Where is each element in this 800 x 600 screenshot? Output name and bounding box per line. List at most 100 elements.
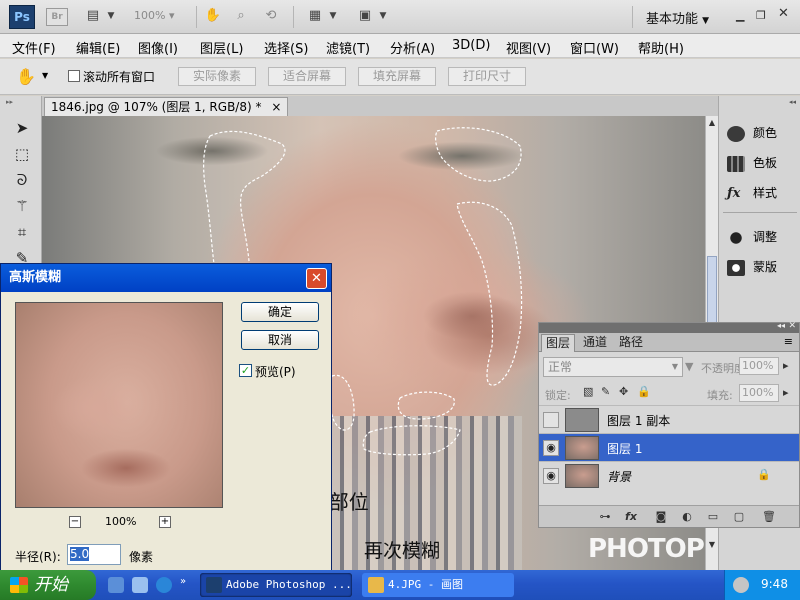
close-button[interactable]: ✕ <box>778 6 789 21</box>
menu-edit[interactable]: 编辑(E) <box>76 38 120 57</box>
media-icon[interactable] <box>132 577 148 593</box>
opacity-slider-icon[interactable]: ▸ <box>783 359 789 372</box>
fx-icon[interactable]: fx <box>623 509 639 525</box>
fill-screen-button[interactable]: 填充屏幕 <box>358 67 436 86</box>
document-tab[interactable]: 1846.jpg @ 107% (图层 1, RGB/8) * × <box>44 97 289 116</box>
menu-select[interactable]: 选择(S) <box>264 38 308 57</box>
eye-icon[interactable]: ◉ <box>543 468 559 484</box>
marquee-tool-icon[interactable]: ⬚ <box>10 142 34 166</box>
close-icon[interactable]: ✕ <box>788 321 796 331</box>
tab-channels[interactable]: 通道 <box>579 334 611 352</box>
trash-icon[interactable]: 🗑 <box>761 509 777 525</box>
link-icon[interactable]: ⊶ <box>597 509 613 525</box>
magic-wand-tool-icon[interactable]: ⚚ <box>10 194 34 218</box>
close-icon[interactable]: ✕ <box>306 268 327 289</box>
tray-icon[interactable] <box>733 577 749 593</box>
rotate-view-icon[interactable]: ⟲ <box>262 8 280 24</box>
panel-menu-icon[interactable]: ≡ <box>784 335 793 348</box>
ok-button[interactable]: 确定 <box>241 302 319 322</box>
arrange-documents-icon[interactable]: ▦ <box>306 8 324 24</box>
panel-styles[interactable]: ƒx 样式 <box>727 182 799 204</box>
opacity-input[interactable]: 100% <box>739 357 779 375</box>
layer-row[interactable]: ◉ 图层 1 <box>539 433 799 461</box>
more-quicklaunch-icon[interactable]: » <box>180 576 186 587</box>
zoom-level-select[interactable]: 100% ▾ <box>134 9 174 22</box>
menu-image[interactable]: 图像(I) <box>138 38 178 57</box>
show-desktop-icon[interactable] <box>108 577 124 593</box>
taskbar-button-photoshop[interactable]: Adobe Photoshop ... <box>200 573 352 597</box>
blend-mode-select[interactable]: 正常 ▼ <box>543 357 683 377</box>
scroll-down-icon[interactable]: ▼ <box>706 538 718 551</box>
fit-screen-button[interactable]: 适合屏幕 <box>268 67 346 86</box>
tab-layers[interactable]: 图层 <box>541 334 576 352</box>
radius-input[interactable]: 5.0 <box>67 544 121 565</box>
scroll-up-icon[interactable]: ▲ <box>706 116 718 129</box>
zoom-in-button[interactable]: + <box>159 516 171 528</box>
layer-row[interactable]: 图层 1 副本 <box>539 405 799 433</box>
collapse-arrows-icon[interactable]: ◂◂ <box>789 98 796 106</box>
screen-mode-icon[interactable]: ▣ <box>356 8 374 24</box>
start-button[interactable]: 开始 <box>0 570 96 600</box>
menu-3d[interactable]: 3D(D) <box>452 38 490 53</box>
panel-adjustments[interactable]: 调整 <box>727 226 799 248</box>
panel-masks[interactable]: 蒙版 <box>727 256 799 278</box>
eye-icon[interactable]: ◉ <box>543 440 559 456</box>
zoom-out-button[interactable]: − <box>69 516 81 528</box>
chevron-down-icon[interactable]: ▼ <box>324 8 342 24</box>
hand-tool-preset-icon[interactable]: ✋ <box>16 67 36 86</box>
bridge-button[interactable]: Br <box>46 8 68 26</box>
workspace-switcher[interactable]: 基本功能 ▼ <box>646 8 709 27</box>
taskbar-button-paint[interactable]: 4.JPG - 画图 <box>362 573 514 597</box>
lasso-tool-icon[interactable]: ᘐ <box>10 168 34 192</box>
move-tool-icon[interactable]: ➤ <box>10 116 34 140</box>
browser-icon[interactable] <box>156 577 172 593</box>
collapse-arrows-icon[interactable]: ◂◂ <box>777 321 785 330</box>
menu-layer[interactable]: 图层(L) <box>200 38 243 57</box>
panel-header[interactable]: ◂◂ ✕ <box>539 321 799 333</box>
chevron-down-icon[interactable]: ▼ <box>685 360 693 373</box>
collapse-arrows-icon[interactable]: ▸▸ <box>6 98 13 106</box>
adjustment-layer-icon[interactable]: ◐ <box>679 509 695 525</box>
actual-pixels-button[interactable]: 实际像素 <box>178 67 256 86</box>
menu-analysis[interactable]: 分析(A) <box>390 38 435 57</box>
menu-filter[interactable]: 滤镜(T) <box>326 38 370 57</box>
lock-position-icon[interactable]: ✥ <box>619 385 628 398</box>
crop-tool-icon[interactable]: ⌗ <box>10 220 34 244</box>
add-mask-icon[interactable]: ◙ <box>653 509 669 525</box>
print-size-button[interactable]: 打印尺寸 <box>448 67 526 86</box>
fill-slider-icon[interactable]: ▸ <box>783 386 789 399</box>
menu-window[interactable]: 窗口(W) <box>570 38 619 57</box>
zoom-icon[interactable]: ⌕ <box>232 8 250 24</box>
dialog-titlebar[interactable]: 高斯模糊 ✕ <box>1 264 331 292</box>
blur-preview[interactable] <box>15 302 223 508</box>
fill-input[interactable]: 100% <box>739 384 779 402</box>
panel-swatches[interactable]: 色板 <box>727 152 799 174</box>
lock-transparency-icon[interactable]: ▧ <box>583 385 593 398</box>
lock-all-icon[interactable]: 🔒 <box>637 385 651 398</box>
divider <box>723 212 797 213</box>
layer-row[interactable]: ◉ 背景 🔒 <box>539 461 799 489</box>
folder-icon[interactable]: ▭ <box>705 509 721 525</box>
menu-help[interactable]: 帮助(H) <box>638 38 684 57</box>
chevron-down-icon[interactable]: ▼ <box>42 71 48 80</box>
menu-file[interactable]: 文件(F) <box>12 38 56 57</box>
new-layer-icon[interactable]: ▢ <box>731 509 747 525</box>
photoshop-logo[interactable]: Ps <box>9 5 35 29</box>
close-icon[interactable]: × <box>271 100 281 114</box>
minimize-button[interactable]: ▁ <box>736 9 744 22</box>
hand-icon[interactable]: ✋ <box>204 8 222 24</box>
visibility-toggle[interactable] <box>543 412 559 428</box>
menu-view[interactable]: 视图(V) <box>506 38 551 57</box>
restore-button[interactable]: ❐ <box>756 9 766 22</box>
chevron-down-icon[interactable]: ▼ <box>374 8 392 24</box>
cancel-button[interactable]: 取消 <box>241 330 319 350</box>
tab-paths[interactable]: 路径 <box>615 334 647 352</box>
scroll-all-windows-checkbox[interactable] <box>68 70 80 82</box>
lock-paint-icon[interactable]: ✎ <box>601 385 610 398</box>
selection-path <box>362 425 461 456</box>
film-icon[interactable]: ▤ <box>84 8 102 24</box>
panel-color[interactable]: 颜色 <box>727 122 799 144</box>
preview-checkbox[interactable]: ✓ <box>239 364 252 377</box>
chevron-down-icon[interactable]: ▼ <box>102 8 120 24</box>
selection-path <box>328 374 355 431</box>
